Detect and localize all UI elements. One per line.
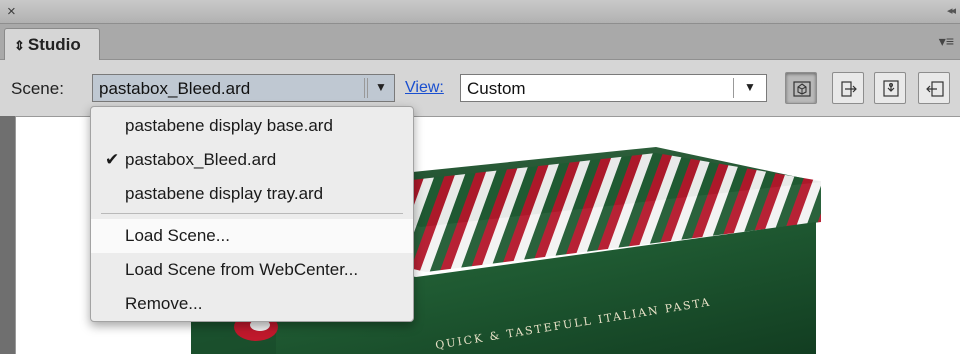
render-button[interactable] <box>874 72 906 104</box>
menu-item-label: pastabene display tray.ard <box>125 184 324 203</box>
menu-item-pastabox-bleed[interactable]: ✔ pastabox_Bleed.ard <box>91 143 413 177</box>
menu-item-display-tray[interactable]: pastabene display tray.ard <box>91 177 413 211</box>
menu-item-load-scene[interactable]: Load Scene... <box>91 219 413 253</box>
view-dropdown-divider <box>733 78 734 98</box>
menu-item-label: pastabene display base.ard <box>125 116 333 135</box>
3d-view-button[interactable] <box>785 72 817 104</box>
panel-titlebar: × ◂◂ <box>0 0 960 24</box>
view-dropdown[interactable]: Custom ▼ <box>460 74 767 102</box>
panel-menu-icon[interactable]: ▾≡ <box>939 33 954 50</box>
scene-dropdown-menu: pastabene display base.ard ✔ pastabox_Bl… <box>90 106 414 322</box>
menu-item-load-webcenter[interactable]: Load Scene from WebCenter... <box>91 253 413 287</box>
menu-item-label: Remove... <box>125 294 203 313</box>
menu-divider <box>101 213 403 214</box>
chevron-down-icon[interactable]: ▼ <box>744 80 756 94</box>
scene-value: pastabox_Bleed.ard <box>99 79 251 98</box>
menu-item-label: Load Scene from WebCenter... <box>125 260 359 279</box>
menu-item-label: pastabox_Bleed.ard <box>125 150 277 169</box>
collapse-panel-icon[interactable]: ◂◂ <box>947 4 956 17</box>
view-value: Custom <box>467 79 526 98</box>
close-icon[interactable]: × <box>7 3 16 20</box>
menu-item-display-base[interactable]: pastabene display base.ard <box>91 109 413 143</box>
export-button[interactable] <box>832 72 864 104</box>
menu-item-remove[interactable]: Remove... <box>91 287 413 321</box>
menu-item-label: Load Scene... <box>125 226 230 245</box>
export-icon <box>841 81 857 97</box>
chevron-down-icon[interactable]: ▼ <box>375 80 387 94</box>
scene-dropdown[interactable]: pastabox_Bleed.ard ▼ <box>92 74 395 102</box>
scene-dropdown-divider <box>364 78 365 98</box>
scene-dropdown-divider-2 <box>367 78 368 98</box>
panel-tabstrip: ⇕ Studio ▾≡ <box>0 24 960 60</box>
view-link[interactable]: View: <box>405 79 444 97</box>
scene-label: Scene: <box>11 79 64 98</box>
render-icon <box>883 80 899 97</box>
tab-resize-icon: ⇕ <box>14 38 25 53</box>
tab-title: Studio <box>27 35 81 54</box>
3d-view-icon <box>793 81 811 97</box>
settings-button[interactable] <box>918 72 950 104</box>
checkmark-icon: ✔ <box>105 150 120 169</box>
settings-icon <box>926 81 944 97</box>
tab-studio[interactable]: ⇕ Studio <box>4 28 100 60</box>
